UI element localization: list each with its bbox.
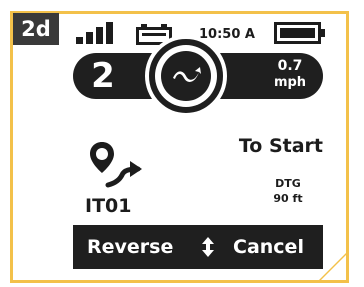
reverse-button[interactable]: Reverse	[87, 225, 173, 269]
softkey-bar: Reverse Cancel	[73, 225, 323, 269]
cancel-button[interactable]: Cancel	[233, 225, 304, 269]
waypoint-direction: To Start	[238, 135, 323, 157]
screen: 2d 10:50 A 2 0.7 mph IT01 To Start DTG 9…	[0, 0, 364, 287]
heading-indicator[interactable]	[145, 35, 227, 117]
speed-unit: mph	[273, 75, 307, 90]
dtg-label: DTG	[275, 177, 301, 190]
signal-strength-icon	[76, 22, 122, 44]
dtg-value: 90 ft	[273, 192, 303, 205]
screen-badge: 2d	[13, 13, 59, 45]
mode-number: 2	[91, 56, 115, 96]
heading-arrow-icon	[173, 67, 201, 82]
speed-readout: 0.7 mph	[260, 57, 320, 95]
waypoint-route-icon	[90, 142, 142, 188]
distance-to-go: DTG 90 ft	[250, 176, 326, 212]
up-down-arrow-icon	[202, 237, 214, 257]
waypoint-id: IT01	[85, 195, 132, 217]
speed-value: 0.7	[277, 58, 303, 74]
device-battery-icon	[274, 22, 325, 44]
